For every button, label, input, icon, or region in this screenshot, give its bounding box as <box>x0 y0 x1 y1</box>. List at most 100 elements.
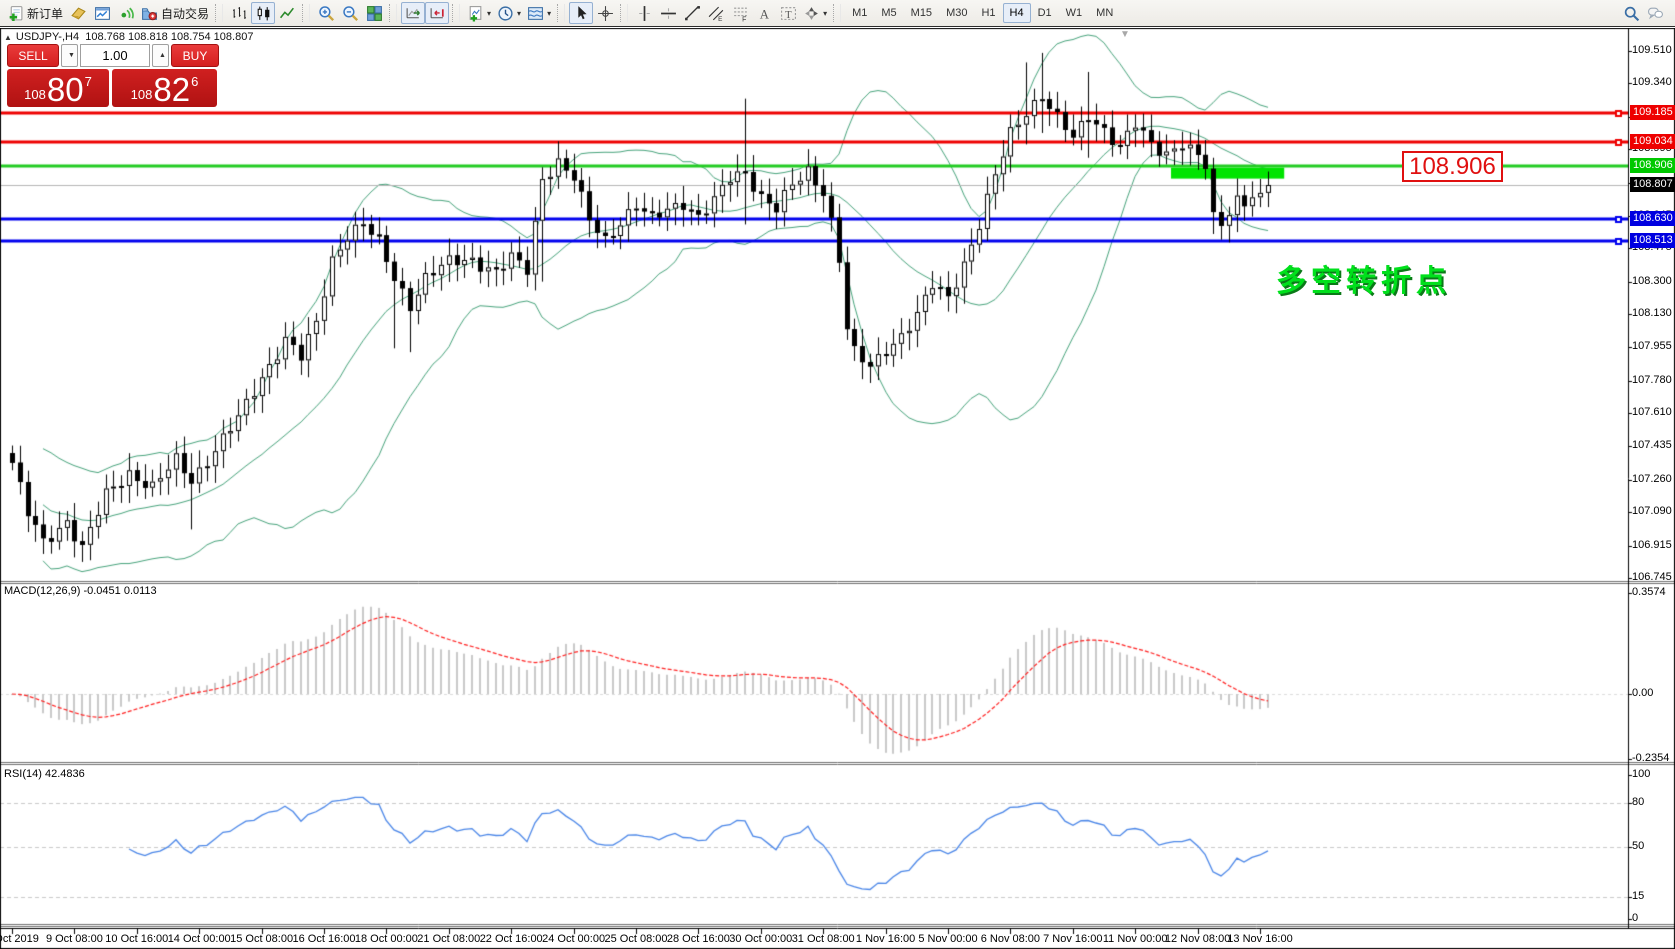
auto-scroll-button[interactable] <box>401 2 425 24</box>
time-axis-label: 21 Oct 08:00 <box>417 933 480 945</box>
time-axis-label: 13 Nov 16:00 <box>1227 933 1292 945</box>
timeframe-M30[interactable]: M30 <box>939 3 974 23</box>
cursor-button[interactable] <box>569 2 593 24</box>
timeframe-H4[interactable]: H4 <box>1003 3 1031 23</box>
sell-price-big: 80 <box>47 75 84 105</box>
chart-window: ▲ USDJPY-,H4 108.768 108.818 108.754 108.… <box>0 28 1675 949</box>
text-label-button[interactable]: T <box>776 2 800 24</box>
timeframe-M5[interactable]: M5 <box>874 3 903 23</box>
eraser-button[interactable] <box>66 2 90 24</box>
arrows-button[interactable]: ▾ <box>800 2 830 24</box>
template-icon <box>527 5 544 22</box>
signals-icon <box>118 5 135 22</box>
time-axis-label: 9 Oct 08:00 <box>46 933 103 945</box>
time-axis-label: 8 Oct 2019 <box>0 933 39 945</box>
time-axis-label: 16 Oct 16:00 <box>293 933 356 945</box>
equidistant-channel-button[interactable]: E <box>704 2 728 24</box>
chevron-down-icon[interactable]: ▾ <box>517 9 521 18</box>
chart-shift-button[interactable] <box>425 2 449 24</box>
time-axis-label: 7 Nov 16:00 <box>1043 933 1102 945</box>
chevron-down-icon[interactable]: ▾ <box>487 9 491 18</box>
rsi-tick-label: 100 <box>1632 768 1650 780</box>
chart-window-button[interactable] <box>90 2 114 24</box>
buy-button[interactable]: BUY <box>171 44 219 67</box>
macd-tick-label: 0.00 <box>1632 687 1653 699</box>
zoom-in-button[interactable] <box>314 2 338 24</box>
volume-decrease-button[interactable]: ▼ <box>61 44 78 67</box>
price-level-badge: 109.034 <box>1630 134 1675 149</box>
timeframe-MN[interactable]: MN <box>1089 3 1120 23</box>
zoom-out-button[interactable] <box>338 2 362 24</box>
crosshair-icon <box>597 5 614 22</box>
price-tick-label: 108.130 <box>1632 307 1672 319</box>
search-icon <box>1623 5 1640 22</box>
macd-tick-label: -0.2354 <box>1632 752 1669 764</box>
chart-annotation-text[interactable]: 多空转折点 <box>1276 256 1451 300</box>
volume-input[interactable]: 1.00 <box>80 44 150 67</box>
signals-button[interactable] <box>114 2 138 24</box>
time-axis-label: 31 Oct 08:00 <box>792 933 855 945</box>
new-order-button[interactable]: 新订单 <box>4 2 66 24</box>
price-callout-box[interactable]: 108.906 <box>1402 151 1503 182</box>
collapse-triangle-icon[interactable]: ▲ <box>4 33 12 42</box>
trendline-button[interactable] <box>680 2 704 24</box>
volume-increase-button[interactable]: ▲ <box>152 44 169 67</box>
search-button[interactable] <box>1619 2 1643 24</box>
trade-panel-prices: 108 80 7 108 82 6 <box>7 69 219 107</box>
macd-indicator-label: MACD(12,26,9) -0.0451 0.0113 <box>4 585 157 597</box>
rsi-tick-label: 0 <box>1632 912 1638 924</box>
toolbar-separator <box>833 4 841 22</box>
time-axis-label: 15 Oct 08:00 <box>230 933 293 945</box>
crosshair-button[interactable] <box>593 2 617 24</box>
buy-price-display[interactable]: 108 82 6 <box>112 69 217 107</box>
horizontal-line-button[interactable] <box>656 2 680 24</box>
chart-title: ▲ USDJPY-,H4 108.768 108.818 108.754 108.… <box>4 31 253 43</box>
time-axis-label: 1 Nov 16:00 <box>856 933 915 945</box>
timeframe-W1[interactable]: W1 <box>1059 3 1090 23</box>
periods-icon <box>497 5 514 22</box>
autotrading-button[interactable]: 自动交易 <box>138 2 212 24</box>
bar-chart-button[interactable] <box>227 2 251 24</box>
chat-button[interactable] <box>1643 2 1667 24</box>
vertical-line-button[interactable] <box>632 2 656 24</box>
line-chart-button[interactable] <box>275 2 299 24</box>
periods-button[interactable]: ▾ <box>494 2 524 24</box>
ohlc-values: 108.768 108.818 108.754 108.807 <box>85 31 253 43</box>
sell-price-sup: 7 <box>85 74 92 89</box>
chevron-down-icon[interactable]: ▾ <box>547 9 551 18</box>
auto-scroll-icon <box>405 5 422 22</box>
toolbar-separator <box>215 4 223 22</box>
svg-text:E: E <box>718 15 722 21</box>
template-button[interactable]: ▾ <box>524 2 554 24</box>
eraser-icon <box>70 5 87 22</box>
price-tick-label: 107.090 <box>1632 505 1672 517</box>
toolbar-separator <box>389 4 397 22</box>
timeframe-H1[interactable]: H1 <box>974 3 1002 23</box>
candlestick-button[interactable] <box>251 2 275 24</box>
sell-price-display[interactable]: 108 80 7 <box>7 69 109 107</box>
tile-windows-icon <box>366 5 383 22</box>
add-indicator-icon <box>467 5 484 22</box>
time-axis-label: 5 Nov 00:00 <box>918 933 977 945</box>
symbol-timeframe-label: USDJPY-,H4 <box>16 31 79 43</box>
toolbar-separator <box>620 4 628 22</box>
timeframe-M15[interactable]: M15 <box>904 3 939 23</box>
price-tick-label: 106.915 <box>1632 539 1672 551</box>
toolbar-left-groups: 新订单 自动交易 ▾ ▾ ▾ EFAT ▾ M1M5M15M30H1H4D1W1MN <box>4 0 1619 26</box>
timeframe-D1[interactable]: D1 <box>1031 3 1059 23</box>
add-indicator-button[interactable]: ▾ <box>464 2 494 24</box>
toolbar-separator <box>452 4 460 22</box>
time-axis-label: 28 Oct 16:00 <box>667 933 730 945</box>
text-button[interactable]: A <box>752 2 776 24</box>
chevron-down-icon[interactable]: ▾ <box>823 9 827 18</box>
rsi-tick-label: 80 <box>1632 796 1644 808</box>
cursor-icon <box>573 5 590 22</box>
sell-button[interactable]: SELL <box>7 44 59 67</box>
fibonacci-button[interactable]: F <box>728 2 752 24</box>
horizontal-line-icon <box>660 5 677 22</box>
timeframe-M1[interactable]: M1 <box>845 3 874 23</box>
current-price-badge: 108.807 <box>1630 177 1675 192</box>
chart-shift-marker-icon[interactable]: ▼ <box>1120 29 1130 40</box>
tile-windows-button[interactable] <box>362 2 386 24</box>
svg-text:T: T <box>785 9 792 20</box>
